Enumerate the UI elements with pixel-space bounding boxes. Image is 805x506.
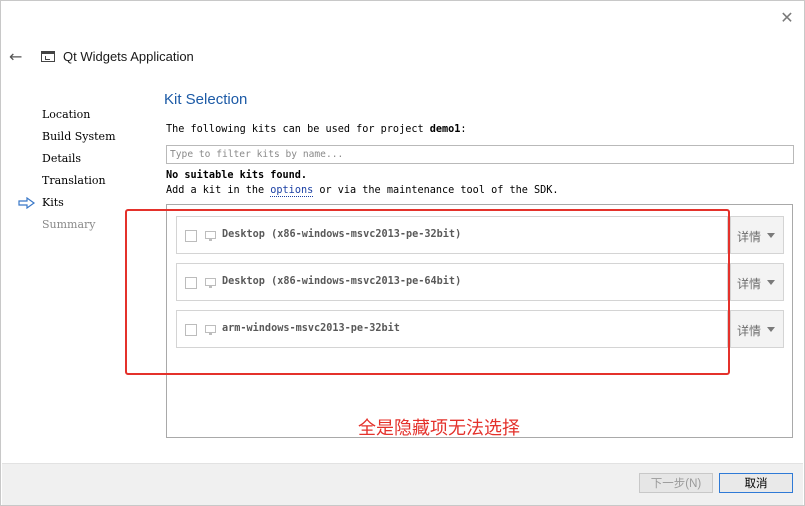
step-details: Details — [42, 152, 81, 165]
current-step-arrow-icon — [18, 197, 36, 209]
window-title: Qt Widgets Application — [63, 49, 194, 64]
chevron-down-icon — [767, 327, 775, 332]
details-label: 详情 — [737, 277, 762, 291]
back-arrow-icon[interactable]: ← — [9, 49, 27, 65]
no-kits-message: No suitable kits found. — [166, 170, 308, 181]
chevron-down-icon — [767, 233, 775, 238]
step-translation: Translation — [42, 174, 106, 187]
wizard-window: ✕ ← Qt Widgets Application Location Buil… — [0, 0, 805, 506]
step-build-system: Build System — [42, 130, 116, 143]
step-location: Location — [42, 108, 91, 121]
add-kit-hint: Add a kit in the options or via the main… — [166, 185, 559, 197]
annotation-highlight-box — [125, 209, 730, 375]
cancel-button[interactable]: 取消 — [719, 473, 793, 493]
desc-prefix: The following kits can be used for proje… — [166, 124, 430, 135]
page-heading: Kit Selection — [164, 91, 248, 108]
add-kit-suffix: or via the maintenance tool of the SDK. — [313, 185, 559, 196]
wizard-steps: Location Build System Details Translatio… — [18, 107, 116, 239]
next-button[interactable]: 下一步(N) — [639, 473, 713, 493]
window-app-icon — [41, 51, 55, 62]
step-kits-label: Kits — [42, 196, 64, 209]
kit-details-button[interactable]: 详情 — [730, 263, 784, 301]
close-icon[interactable]: ✕ — [780, 10, 794, 26]
desc-suffix: : — [460, 124, 467, 135]
step-kits: Kits — [18, 195, 116, 217]
kit-details-button[interactable]: 详情 — [730, 216, 784, 254]
details-label: 详情 — [737, 230, 762, 244]
details-label: 详情 — [737, 324, 762, 338]
add-kit-prefix: Add a kit in the — [166, 185, 271, 196]
project-name: demo1 — [429, 124, 461, 135]
step-summary: Summary — [42, 218, 96, 231]
chevron-down-icon — [767, 280, 775, 285]
annotation-text: 全是隐藏项无法选择 — [358, 418, 520, 439]
kit-filter-input[interactable] — [166, 145, 794, 164]
options-link[interactable]: options — [270, 185, 314, 197]
kit-details-button[interactable]: 详情 — [730, 310, 784, 348]
kits-description: The following kits can be used for proje… — [166, 124, 467, 135]
